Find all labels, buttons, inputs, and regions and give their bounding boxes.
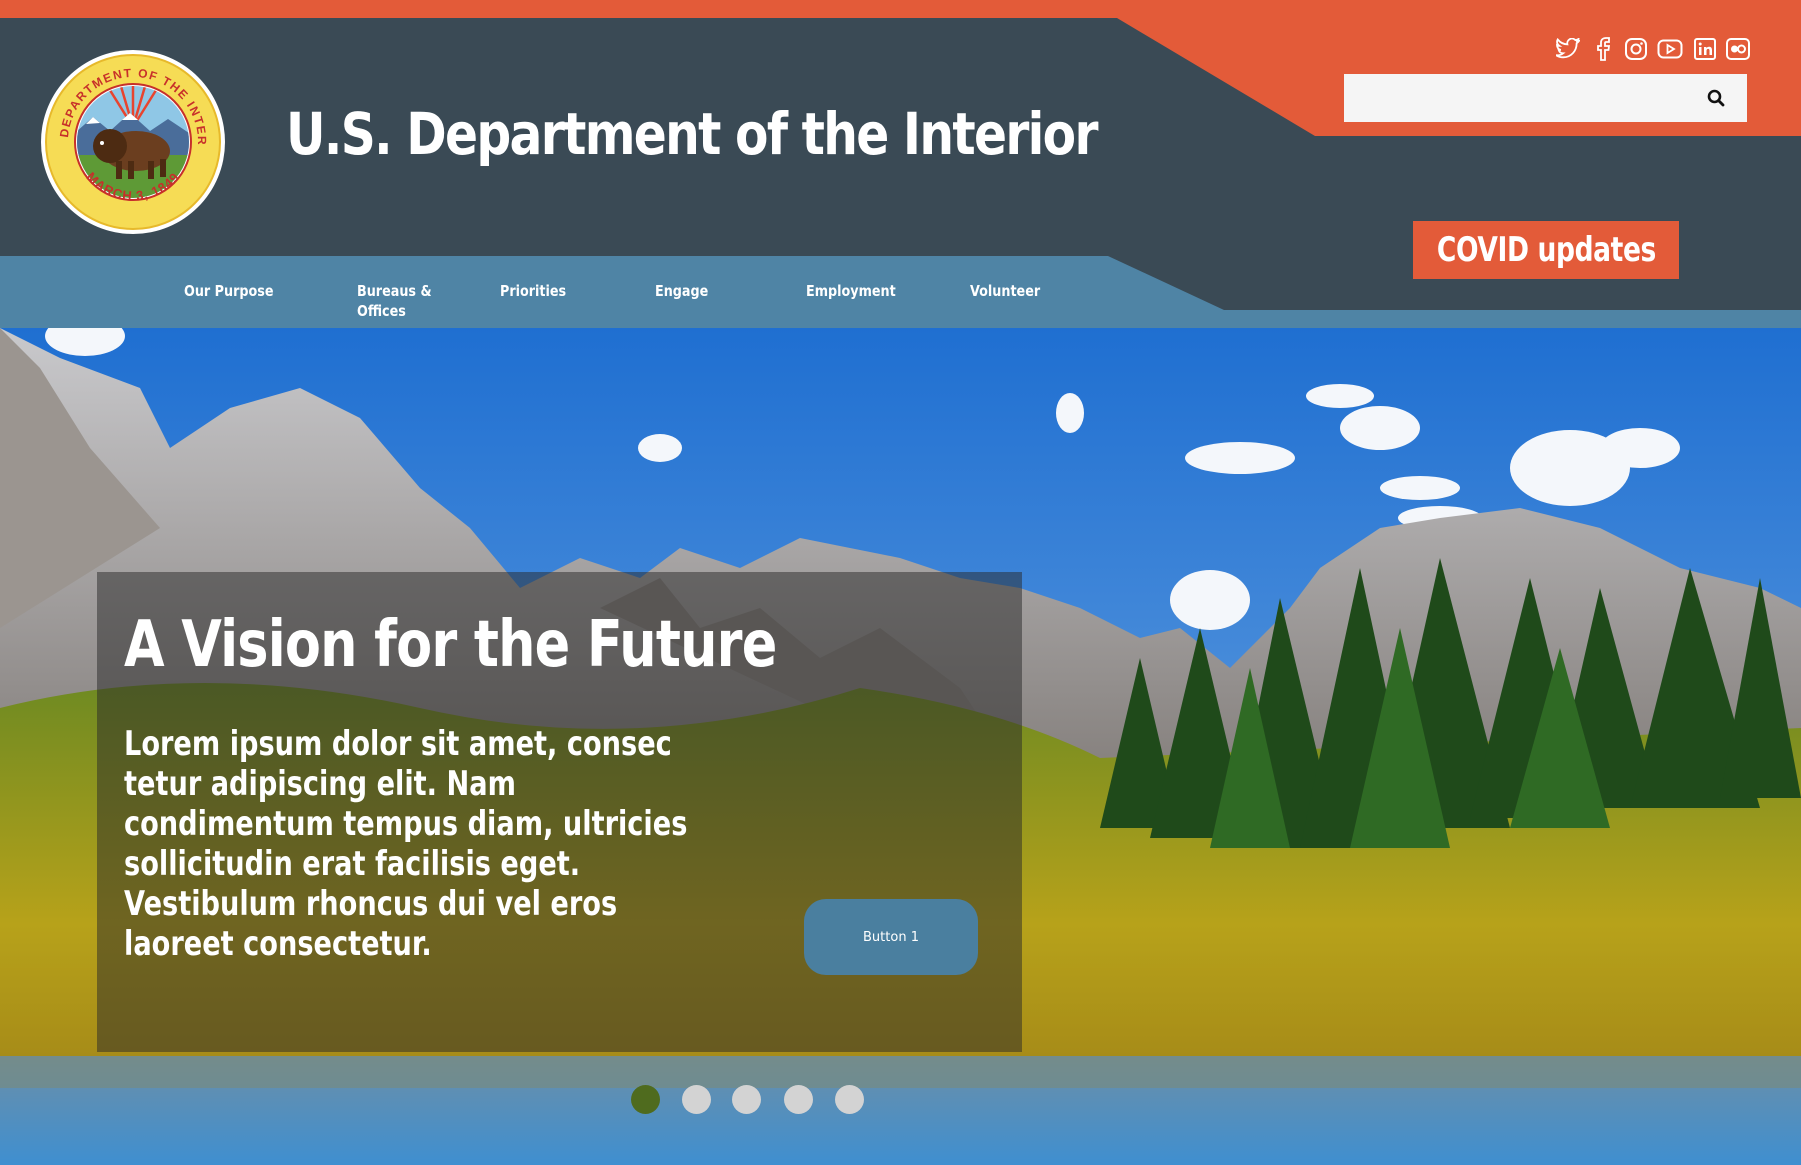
nav-our-purpose[interactable]: Our Purpose: [184, 281, 273, 301]
slide-dot-2[interactable]: [682, 1085, 711, 1114]
doi-seal-logo[interactable]: U.S. DEPARTMENT OF THE INTERIOR MARCH 3,…: [38, 47, 228, 237]
site-title[interactable]: U.S. Department of the Interior: [286, 100, 1099, 168]
slide-dot-3[interactable]: [732, 1085, 761, 1114]
slide-dot-1[interactable]: [631, 1085, 660, 1114]
nav-bureaus-offices[interactable]: Bureaus & Offices: [357, 281, 432, 321]
linkedin-icon[interactable]: [1692, 36, 1718, 62]
slide-dot-4[interactable]: [784, 1085, 813, 1114]
search-icon: [1707, 89, 1725, 107]
nav-engage[interactable]: Engage: [655, 281, 708, 301]
youtube-icon[interactable]: [1657, 36, 1683, 62]
nav-volunteer[interactable]: Volunteer: [970, 281, 1040, 301]
twitter-icon[interactable]: [1555, 36, 1581, 62]
nav-employment[interactable]: Employment: [806, 281, 896, 301]
slide-dot-5[interactable]: [835, 1085, 864, 1114]
search-button[interactable]: [1700, 82, 1732, 114]
covid-updates-label: COVID updates: [1436, 230, 1656, 270]
hero-title: A Vision for the Future: [124, 608, 777, 682]
flickr-icon[interactable]: [1725, 36, 1751, 62]
facebook-icon[interactable]: [1590, 36, 1616, 62]
instagram-icon[interactable]: [1623, 36, 1649, 62]
search-input[interactable]: [1344, 74, 1747, 122]
covid-updates-button[interactable]: COVID updates: [1413, 221, 1679, 279]
page: U.S. DEPARTMENT OF THE INTERIOR MARCH 3,…: [0, 0, 1801, 1165]
hero-text: Lorem ipsum dolor sit amet, consec tetur…: [124, 724, 688, 964]
nav-priorities[interactable]: Priorities: [500, 281, 566, 301]
hero-button[interactable]: Button 1: [804, 899, 978, 975]
